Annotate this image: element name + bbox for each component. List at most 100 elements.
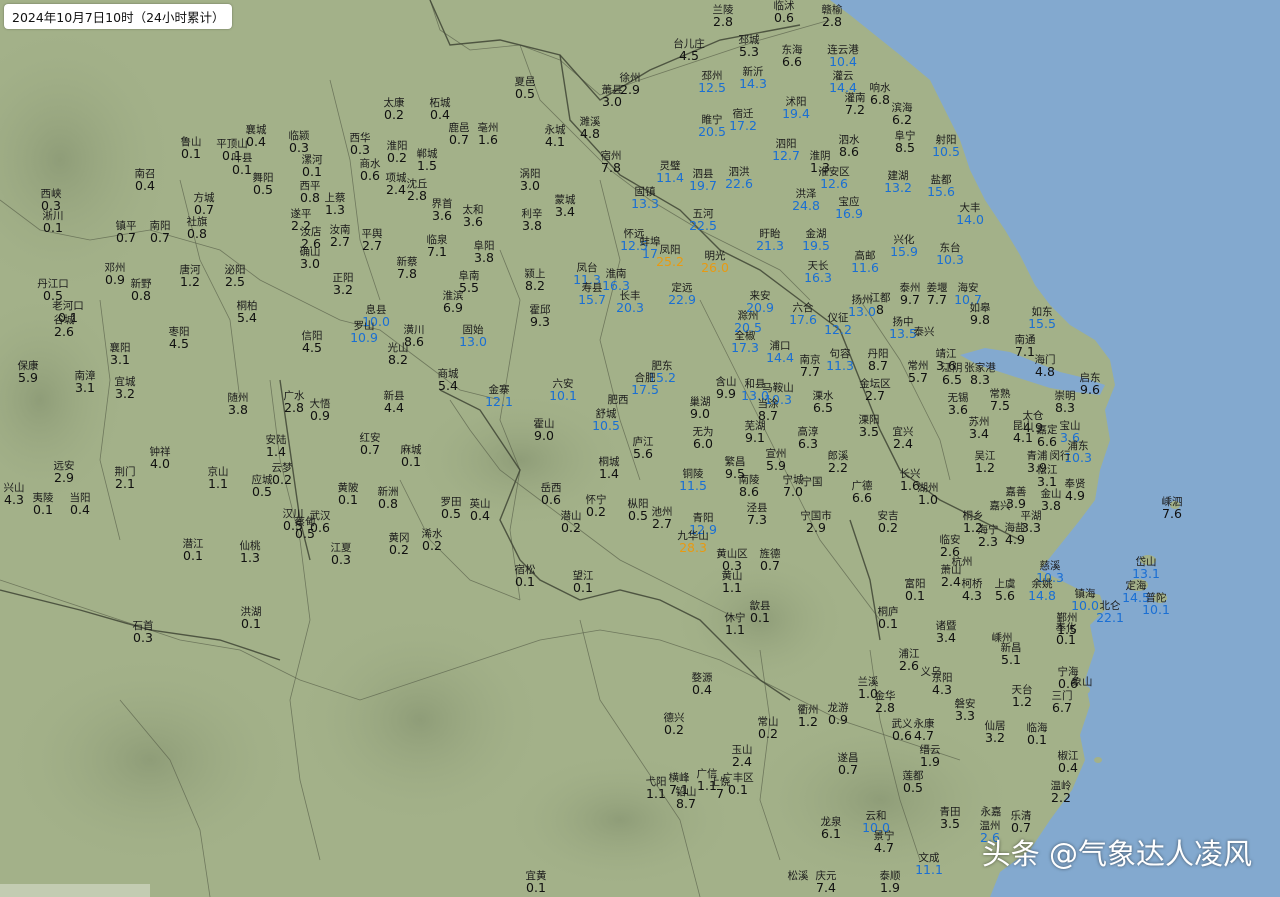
station-label: 京山 1.1 (208, 466, 229, 490)
station-label: 海盐 4.9 (1005, 522, 1026, 546)
station-rainfall-value: 1.2 (975, 460, 995, 475)
station-rainfall-value: 11.4 (656, 170, 684, 185)
station-label: 广丰区 0.1 (722, 772, 754, 796)
station-rainfall-value: 7.8 (601, 160, 621, 175)
station-rainfall-value: 2.4 (941, 574, 961, 589)
station-label: 常州 5.7 (908, 360, 929, 384)
station-rainfall-value: 3.4 (555, 204, 575, 219)
station-label: 常山 0.2 (758, 716, 779, 740)
station-label: 徐州 2.9 (620, 72, 641, 96)
station-rainfall-value: 19.4 (782, 106, 810, 121)
station-label: 铜陵 11.5 (679, 468, 707, 492)
station-label: 如皋 9.8 (970, 302, 991, 326)
station-rainfall-value: 4.3 (962, 588, 982, 603)
station-rainfall-value: 0.6 (892, 728, 912, 743)
station-label: 高淳 6.3 (798, 426, 819, 450)
station-label: 社旗 0.8 (187, 216, 208, 240)
station-label: 宜兴 2.4 (893, 426, 914, 450)
station-rainfall-value: 9.0 (534, 428, 554, 443)
station-rainfall-value: 0.8 (378, 496, 398, 511)
station-rainfall-value: 2.7 (865, 388, 885, 403)
station-rainfall-value: 11.6 (851, 260, 879, 275)
station-rainfall-value: 4.3 (932, 682, 952, 697)
station-label: 莲都 0.5 (903, 770, 924, 794)
station-label: 鲁山 0.1 (181, 136, 202, 160)
station-name: 宁国 (801, 476, 823, 488)
station-label: 嘉定 6.6 (1037, 424, 1058, 448)
station-rainfall-value: 2.8 (822, 14, 842, 29)
station-label: 灌南 7.2 (845, 92, 866, 116)
station-rainfall-value: 8.3 (1055, 400, 1075, 415)
station-rainfall-value: 0.1 (573, 580, 593, 595)
station-rainfall-value: 1.1 (646, 786, 666, 801)
station-rainfall-value: 12.6 (820, 176, 848, 191)
station-rainfall-value: 15.5 (1028, 316, 1056, 331)
station-rainfall-value: 10.4 (829, 54, 857, 69)
station-label: 长丰 20.3 (616, 290, 644, 314)
station-rainfall-value: 2.3 (978, 534, 998, 549)
station-label: 灌云 14.4 (829, 70, 857, 94)
station-rainfall-value: 10.0 (1071, 598, 1099, 613)
station-label: 张家港 8.3 (964, 362, 996, 386)
station-rainfall-value: 1.3 (240, 550, 260, 565)
station-rainfall-value: 10.3 (936, 252, 964, 267)
station-label: 汝南 2.7 (330, 224, 351, 248)
station-rainfall-value: 0.1 (1056, 632, 1076, 647)
station-label: 平舆 2.7 (362, 228, 383, 252)
station-label: 湖州 1.0 (918, 482, 939, 506)
station-rainfall-value: 3.8 (522, 218, 542, 233)
station-rainfall-value: 3.0 (602, 94, 622, 109)
station-label: 确山 3.0 (300, 246, 321, 270)
station-rainfall-value: 0.7 (449, 132, 469, 147)
station-label: 临沭 0.6 (774, 0, 795, 24)
station-rainfall-value: 2.5 (225, 274, 245, 289)
station-label: 六安 10.1 (549, 378, 577, 402)
station-label: 界首 3.6 (432, 198, 453, 222)
station-rainfall-value: 20.5 (698, 124, 726, 139)
station-label: 郸城 1.5 (417, 148, 438, 172)
station-name: 象山 (1071, 676, 1093, 688)
station-rainfall-value: 0.7 (116, 230, 136, 245)
station-name: 永嘉 (980, 806, 1002, 818)
station-label: 柘城 0.4 (430, 97, 451, 121)
station-rainfall-value: 9.8 (970, 312, 990, 327)
station-rainfall-value: 6.9 (443, 300, 463, 315)
station-rainfall-value: 0.7 (360, 442, 380, 457)
station-rainfall-value: 0.1 (750, 610, 770, 625)
station-rainfall-value: 16.9 (835, 206, 863, 221)
station-rainfall-value: 2.9 (620, 82, 640, 97)
station-label: 唐河 1.2 (180, 264, 201, 288)
station-rainfall-value: 20.3 (616, 300, 644, 315)
station-rainfall-value: 26.0 (701, 260, 729, 275)
station-label: 信阳 4.5 (302, 330, 323, 354)
station-rainfall-value: 7.5 (990, 398, 1010, 413)
station-label: 盱眙 21.3 (756, 228, 784, 252)
station-label: 浦江 2.6 (899, 648, 920, 672)
station-rainfall-value: 12.5 (698, 80, 726, 95)
station-label: 常熟 7.5 (990, 388, 1011, 412)
station-rainfall-value: 0.4 (70, 502, 90, 517)
station-rainfall-value: 0.2 (586, 504, 606, 519)
station-rainfall-value: 19.5 (802, 238, 830, 253)
station-label: 颍上 8.2 (525, 268, 546, 292)
station-rainfall-value: 0.2 (389, 542, 409, 557)
station-label: 光山 8.2 (388, 342, 409, 366)
station-rainfall-value: 0.1 (302, 164, 322, 179)
station-label: 丹阳 8.7 (868, 348, 889, 372)
station-rainfall-value: 9.1 (745, 430, 765, 445)
station-label: 宿松 0.1 (515, 564, 536, 588)
station-name: 松溪 (787, 870, 809, 882)
station-rainfall-value: 5.4 (237, 310, 257, 325)
station-label: 广水 2.8 (284, 390, 305, 414)
station-label: 庐江 5.6 (633, 436, 654, 460)
station-rainfall-value: 0.1 (183, 548, 203, 563)
station-label: 太康 0.2 (384, 97, 405, 121)
station-label: 大悟 0.9 (310, 398, 331, 422)
station-label: 东阳 4.3 (932, 672, 953, 696)
station-rainfall-value: 6.5 (942, 372, 962, 387)
station-label: 新蔡 7.8 (397, 256, 418, 280)
station-label: 舞阳 0.5 (253, 172, 274, 196)
station-label: 吴江 1.2 (975, 450, 996, 474)
station-rainfall-value: 0.8 (187, 226, 207, 241)
station-name: 嘉兴 (989, 500, 1011, 512)
